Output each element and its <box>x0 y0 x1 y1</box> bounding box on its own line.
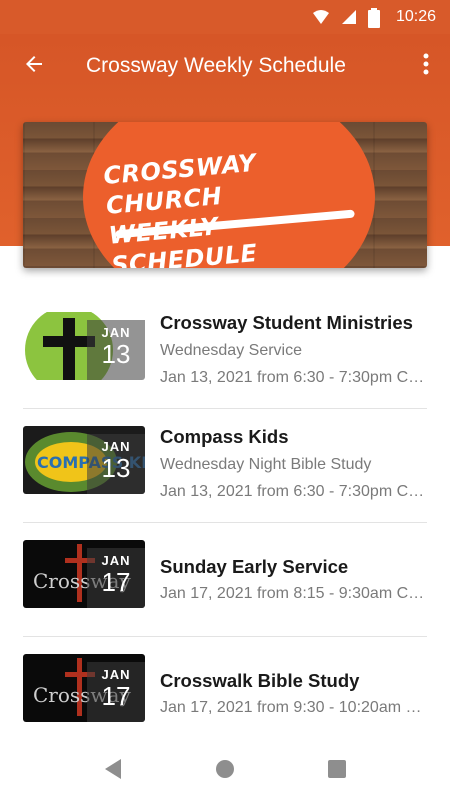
event-datetime: Jan 13, 2021 from 6:30 - 7:30pm CST <box>160 369 427 386</box>
date-day: 17 <box>101 681 131 711</box>
event-title: Compass Kids <box>160 426 289 447</box>
event-list: JAN 13 Crossway Student Ministries Wedne… <box>0 295 450 751</box>
recents-square-icon <box>327 759 347 784</box>
arrow-left-icon <box>22 52 46 81</box>
nav-recents-button[interactable] <box>323 757 351 785</box>
toolbar: Crossway Weekly Schedule <box>0 34 450 98</box>
date-day: 13 <box>101 453 131 483</box>
date-month: JAN <box>101 325 131 340</box>
event-item[interactable]: Crossway JAN 17 Crosswalk Bible Study Ja… <box>23 637 427 751</box>
nav-home-button[interactable] <box>211 757 239 785</box>
date-badge: JAN 13 <box>87 320 145 380</box>
event-thumbnail: COMPASS KIDS JAN 13 <box>23 426 145 494</box>
event-item[interactable]: Crossway JAN 17 Sunday Early Service Jan… <box>23 523 427 637</box>
event-datetime: Jan 17, 2021 from 8:15 - 9:30am CST <box>160 585 427 602</box>
date-badge: JAN 13 <box>87 434 145 494</box>
date-badge: JAN 17 <box>87 662 145 722</box>
battery-icon <box>367 8 386 28</box>
date-day: 17 <box>101 567 131 597</box>
date-day: 13 <box>101 339 131 369</box>
event-title: Crosswalk Bible Study <box>160 670 360 691</box>
event-item[interactable]: COMPASS KIDS JAN 13 Compass Kids Wednesd… <box>23 409 427 523</box>
status-time: 10:26 <box>395 8 436 25</box>
event-thumbnail: JAN 13 <box>23 312 145 380</box>
home-circle-icon <box>214 758 236 785</box>
event-datetime: Jan 17, 2021 from 9:30 - 10:20am CST <box>160 699 427 716</box>
banner-title: CROSSWAY CHURCH WEEKLY SCHEDULE <box>102 139 362 268</box>
date-badge: JAN 17 <box>87 548 145 608</box>
event-item[interactable]: JAN 13 Crossway Student Ministries Wedne… <box>23 295 427 409</box>
date-month: JAN <box>101 439 131 454</box>
back-triangle-icon <box>103 758 123 785</box>
overflow-menu-button[interactable] <box>406 34 446 98</box>
nav-back-button[interactable] <box>99 757 127 785</box>
event-thumbnail: Crossway JAN 17 <box>23 540 145 608</box>
event-thumbnail: Crossway JAN 17 <box>23 654 145 722</box>
date-month: JAN <box>101 667 131 682</box>
wifi-icon <box>312 8 330 26</box>
event-title: Sunday Early Service <box>160 556 349 577</box>
event-datetime: Jan 13, 2021 from 6:30 - 7:30pm CST <box>160 483 427 500</box>
schedule-banner: CROSSWAY CHURCH WEEKLY SCHEDULE <box>23 122 427 268</box>
date-month: JAN <box>101 553 131 568</box>
system-nav-bar <box>0 742 450 800</box>
event-subtitle: Wednesday Night Bible Study <box>160 456 372 473</box>
more-vert-icon <box>423 53 429 80</box>
signal-icon <box>340 8 358 26</box>
back-button[interactable] <box>6 34 62 98</box>
event-title: Crossway Student Ministries <box>160 312 413 333</box>
status-bar: 10:26 <box>0 0 450 34</box>
event-subtitle: Wednesday Service <box>160 342 302 359</box>
page-title: Crossway Weekly Schedule <box>86 54 346 77</box>
